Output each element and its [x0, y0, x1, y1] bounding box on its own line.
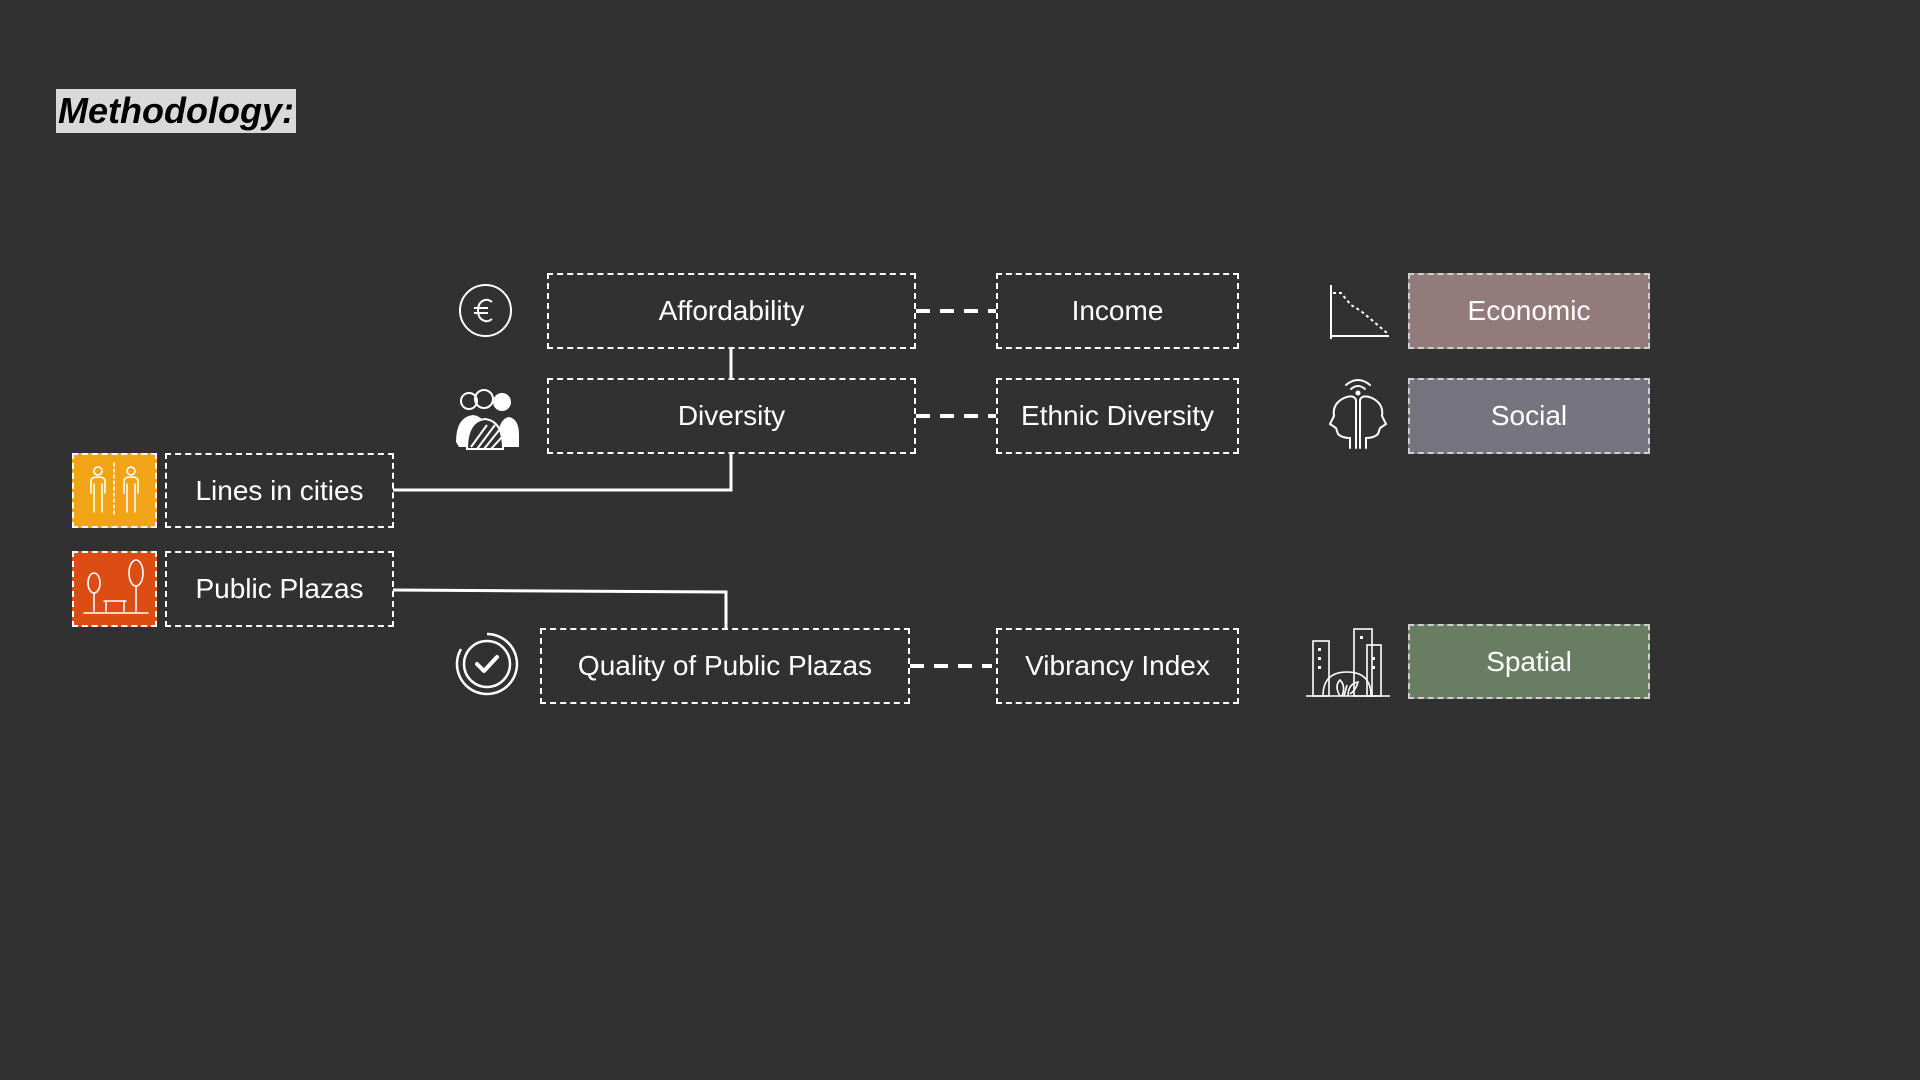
park-bench-icon: [83, 559, 149, 614]
social-box: Social: [1408, 378, 1650, 454]
heads-signal-icon: [1322, 378, 1394, 450]
vibrancy-index-box: Vibrancy Index: [996, 628, 1239, 704]
connector-lines: [392, 309, 996, 668]
people-group-icon: [453, 387, 520, 452]
city-buildings-icon: [1304, 624, 1392, 698]
public-plazas-box: Public Plazas: [165, 551, 394, 627]
income-box: Income: [996, 273, 1239, 349]
page-title: Methodology:: [56, 89, 296, 133]
economic-box: Economic: [1408, 273, 1650, 349]
public-plazas-tile: [72, 551, 157, 627]
euro-icon: [458, 283, 513, 338]
affordability-box: Affordability: [547, 273, 916, 349]
spatial-box: Spatial: [1408, 624, 1650, 699]
declining-chart-icon: [1327, 283, 1391, 341]
lines-in-cities-box: Lines in cities: [165, 453, 394, 528]
connector-diversity-lines: [393, 454, 733, 492]
check-circle-icon: [455, 632, 519, 696]
quality-of-public-plazas-box: Quality of Public Plazas: [540, 628, 910, 704]
diversity-box: Diversity: [547, 378, 916, 454]
connector-plazas-quality: [392, 588, 728, 629]
lines-in-cities-tile: [72, 453, 157, 528]
ethnic-diversity-box: Ethnic Diversity: [996, 378, 1239, 454]
people-queue-icon: [90, 462, 139, 518]
